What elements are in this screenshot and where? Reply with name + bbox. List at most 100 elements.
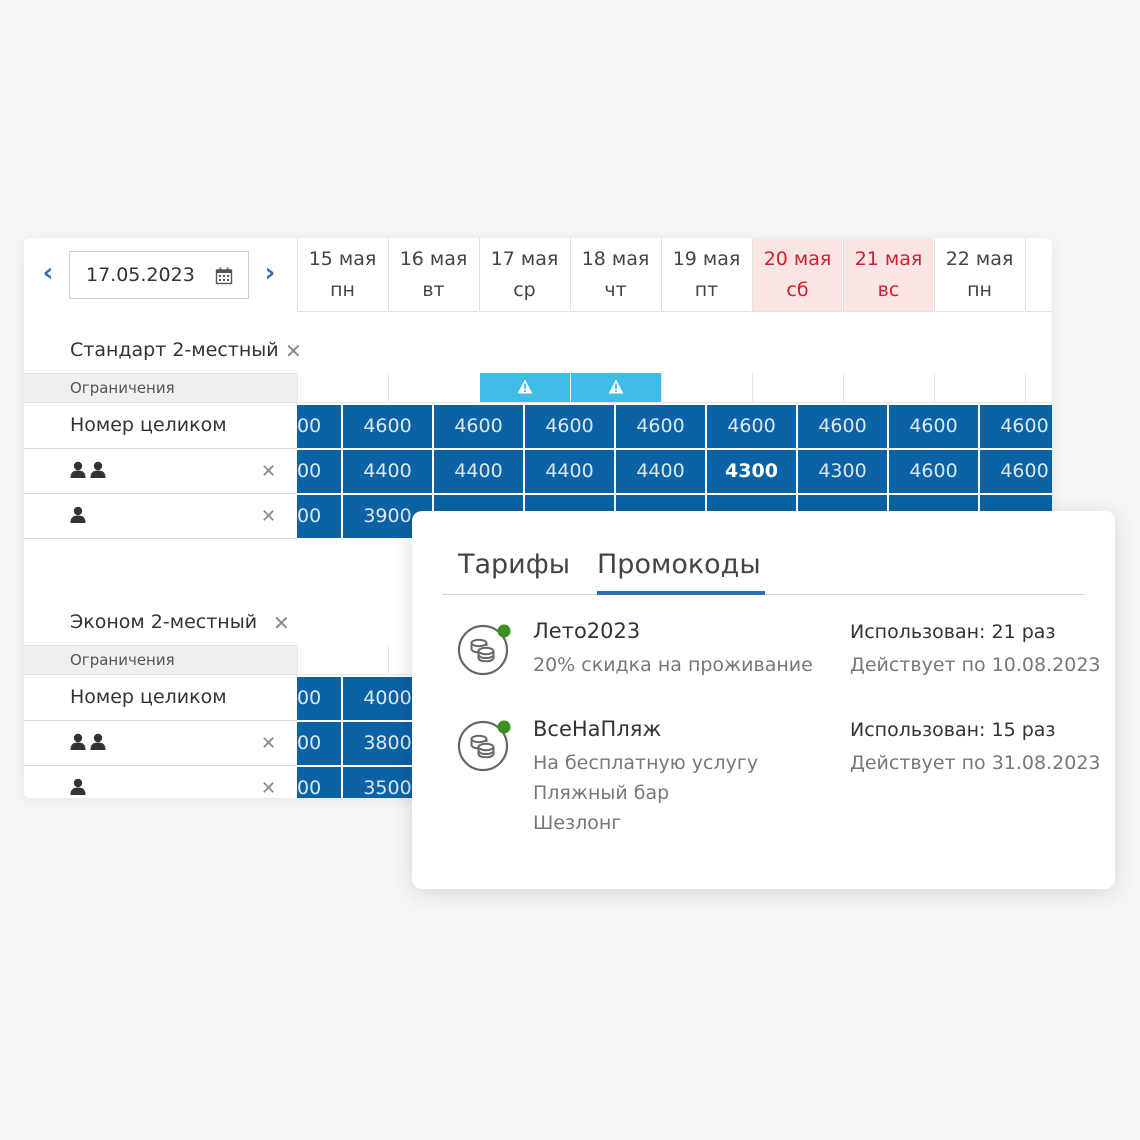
tab-tariffs[interactable]: Тарифы [458, 549, 570, 580]
day-weekday: ср [513, 279, 536, 301]
remove-room-close-icon[interactable]: ✕ [273, 613, 290, 633]
price-cell[interactable]: 00 [297, 405, 341, 448]
restriction-cell[interactable] [660, 373, 752, 403]
restrictions-label-text: Ограничения [70, 651, 175, 669]
day-date: 22 мая [945, 248, 1014, 270]
two-persons-icon [70, 733, 106, 754]
coins-icon [456, 619, 514, 681]
day-date: 21 мая [854, 248, 923, 270]
price-cell[interactable]: 00 [297, 767, 341, 798]
price-cell[interactable]: 00 [297, 722, 341, 765]
promo-usage-count: Использован: 15 раз [850, 719, 1056, 741]
price-cell[interactable]: 4400 [616, 450, 705, 493]
person-icon [70, 778, 86, 798]
restriction-warning-cell[interactable] [478, 373, 570, 403]
occupancy-row-label: ✕ [24, 494, 297, 539]
day-weekday: пт [694, 279, 719, 301]
restriction-cell[interactable] [297, 645, 387, 675]
occupancy-row-label: Номер целиком [24, 404, 297, 449]
day-weekday: вс [877, 279, 900, 301]
day-weekday: пн [967, 279, 992, 301]
price-cell[interactable]: 4600 [616, 405, 705, 448]
chevron-right-icon[interactable]: › [258, 256, 282, 290]
day-header: 17 мая ср [479, 238, 569, 312]
restrictions-label: Ограничения [24, 645, 297, 675]
promo-valid-until: Действует по 10.08.2023 [850, 654, 1101, 676]
promo-panel: Тарифы Промокоды Лето2023 20% скидка на п… [412, 511, 1115, 889]
person-icon [70, 506, 86, 527]
occupancy-row-label: ✕ [24, 766, 297, 798]
price-cell[interactable]: 4400 [525, 450, 614, 493]
day-date: 19 мая [672, 248, 741, 270]
day-header: 15 мая пн [297, 238, 387, 312]
date-value: 17.05.2023 [86, 264, 195, 286]
promo-description: На бесплатную услугу [533, 752, 759, 774]
promo-name: ВсеНаПляж [533, 717, 662, 741]
chevron-left-icon[interactable]: ‹ [36, 256, 60, 290]
price-cell[interactable]: 00 [297, 495, 341, 538]
price-cell[interactable]: 00 [297, 450, 341, 493]
price-cell[interactable]: 4600 [889, 405, 978, 448]
day-date: 18 мая [581, 248, 650, 270]
restrictions-row: Ограничения [24, 373, 1052, 403]
price-cell[interactable]: 4300 [798, 450, 887, 493]
day-date: 16 мая [399, 248, 468, 270]
day-header: 18 мая чт [570, 238, 660, 312]
promo-description: 20% скидка на проживание [533, 654, 813, 676]
restriction-cell[interactable] [751, 373, 843, 403]
day-header: 23 [1025, 238, 1052, 312]
day-date: 20 мая [763, 248, 832, 270]
day-date: 17 мая [490, 248, 559, 270]
day-header: 22 мая пн [934, 238, 1024, 312]
remove-row-close-icon[interactable]: ✕ [261, 506, 276, 527]
coins-icon [456, 715, 514, 777]
price-cell[interactable]: 4300 [707, 450, 796, 493]
room-title: Стандарт 2-местный [70, 339, 279, 361]
day-weekday: пн [330, 279, 355, 301]
restrictions-label: Ограничения [24, 373, 297, 403]
price-cell[interactable]: 4600 [980, 450, 1052, 493]
active-tab-indicator [597, 591, 765, 595]
price-cell[interactable]: 4600 [343, 405, 432, 448]
remove-row-close-icon[interactable]: ✕ [261, 778, 276, 798]
promo-description: Пляжный бар [533, 782, 670, 804]
price-cell[interactable]: 4600 [889, 450, 978, 493]
day-weekday: вт [422, 279, 445, 301]
price-cell[interactable]: 4400 [343, 450, 432, 493]
day-header: 16 мая вт [388, 238, 478, 312]
remove-row-close-icon[interactable]: ✕ [261, 733, 276, 754]
restriction-cell[interactable] [387, 373, 479, 403]
calendar-icon[interactable] [215, 267, 233, 289]
row-label-text: Номер целиком [70, 414, 227, 436]
price-cell[interactable]: 4600 [434, 405, 523, 448]
restriction-cell[interactable] [1024, 373, 1052, 403]
restriction-cell[interactable] [297, 373, 387, 403]
price-cell[interactable]: 00 [297, 677, 341, 720]
date-navigator: ‹ 17.05.2023 › [24, 238, 297, 312]
day-weekday: сб [786, 279, 809, 301]
price-cell[interactable]: 4600 [798, 405, 887, 448]
two-persons-icon [70, 461, 106, 482]
restriction-cell[interactable] [842, 373, 934, 403]
restriction-cell[interactable] [933, 373, 1025, 403]
price-cell[interactable]: 4400 [434, 450, 523, 493]
day-header: 21 мая вс [843, 238, 933, 312]
date-picker-input[interactable]: 17.05.2023 [69, 251, 249, 299]
day-header: 20 мая сб [752, 238, 842, 312]
remove-room-close-icon[interactable]: ✕ [285, 341, 302, 361]
restrictions-label-text: Ограничения [70, 379, 175, 397]
price-cell[interactable]: 4600 [980, 405, 1052, 448]
price-cell[interactable]: 4600 [525, 405, 614, 448]
occupancy-row-label: Номер целиком [24, 676, 297, 721]
restriction-warning-cell[interactable] [569, 373, 661, 403]
room-title: Эконом 2-местный [70, 611, 258, 633]
price-cell[interactable]: 4600 [707, 405, 796, 448]
promo-name: Лето2023 [533, 619, 641, 643]
promo-usage-count: Использован: 21 раз [850, 621, 1056, 643]
day-date: 15 мая [308, 248, 377, 270]
remove-row-close-icon[interactable]: ✕ [261, 461, 276, 482]
day-weekday: чт [604, 279, 627, 301]
tab-promocodes[interactable]: Промокоды [597, 549, 761, 580]
day-header: 19 мая пт [661, 238, 751, 312]
occupancy-row-label: ✕ [24, 721, 297, 766]
